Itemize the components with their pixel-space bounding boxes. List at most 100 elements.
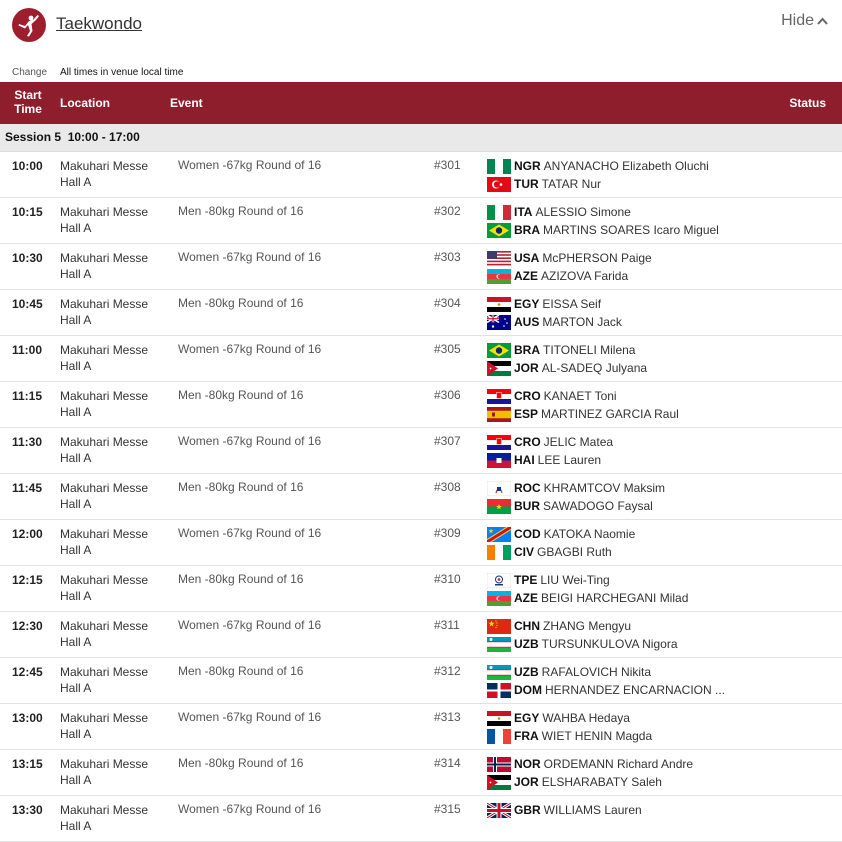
noc-code: BRA <box>514 343 540 357</box>
competitor[interactable]: ROC KHRAMTCOV Maksim <box>487 479 665 497</box>
venue-hall: Hall A <box>60 727 92 741</box>
competitor[interactable]: NOR ORDEMANN Richard Andre <box>487 755 693 773</box>
unit-number: #312 <box>434 664 461 678</box>
competitor[interactable]: CRO KANAET Toni <box>487 387 679 405</box>
competitor[interactable]: EGY WAHBA Hedaya <box>487 709 652 727</box>
competitor[interactable]: NGR ANYANACHO Elizabeth Oluchi <box>487 157 709 175</box>
change-timezone-link[interactable]: Change <box>12 67 47 78</box>
venue-name: Makuhari Messe <box>60 711 149 725</box>
venue-name: Makuhari Messe <box>60 343 149 357</box>
hide-toggle-button[interactable]: Hide <box>781 12 828 30</box>
competitor[interactable]: JOR AL-SADEQ Julyana <box>487 359 647 377</box>
competitor[interactable]: COD KATOKA Naomie <box>487 525 635 543</box>
competitors-cell: CHN ZHANG Mengyu UZB TURSUNKULOVA Nigora <box>487 617 678 653</box>
competitor[interactable]: TPE LIU Wei-Ting <box>487 571 688 589</box>
competitor[interactable]: ESP MARTINEZ GARCIA Raul <box>487 405 679 423</box>
competitor[interactable]: ITA ALESSIO Simone <box>487 203 719 221</box>
noc-code: UZB <box>514 637 539 651</box>
competitor[interactable]: CIV GBAGBI Ruth <box>487 543 635 561</box>
noc-code: COD <box>514 527 541 541</box>
hide-label: Hide <box>781 12 814 29</box>
competitor[interactable]: BRA TITONELI Milena <box>487 341 647 359</box>
competitors-cell: EGY WAHBA Hedaya FRA WIET HENIN Magda <box>487 709 652 745</box>
athlete-name: TITONELI Milena <box>543 343 636 357</box>
table-row[interactable]: 13:00 Makuhari Messe Hall A Women -67kg Rou… <box>0 704 842 750</box>
noc-code: CIV <box>514 545 535 559</box>
header-event: Event <box>170 96 203 110</box>
venue-name: Makuhari Messe <box>60 665 149 679</box>
table-row[interactable]: 12:45 Makuhari Messe Hall A Men -80kg Round… <box>0 658 842 704</box>
noc-code: ITA <box>514 205 533 219</box>
location-cell: Makuhari Messe Hall A <box>60 710 148 742</box>
event-name: Women -67kg Round of 16 <box>178 526 322 540</box>
location-cell: Makuhari Messe Hall A <box>60 342 148 374</box>
event-name: Men -80kg Round of 16 <box>178 756 304 770</box>
competitor[interactable]: BUR SAWADOGO Faysal <box>487 497 665 515</box>
competitor[interactable]: HAI LEE Lauren <box>487 451 613 469</box>
competitor[interactable]: FRA WIET HENIN Magda <box>487 727 652 745</box>
table-row[interactable]: 12:00 Makuhari Messe Hall A Women -67kg Rou… <box>0 520 842 566</box>
start-time: 12:30 <box>12 619 43 633</box>
event-name: Women -67kg Round of 16 <box>178 342 322 356</box>
table-row[interactable]: 10:45 Makuhari Messe Hall A Men -80kg Round… <box>0 290 842 336</box>
competitor[interactable]: GBR WILLIAMS Lauren <box>487 801 642 819</box>
location-cell: Makuhari Messe Hall A <box>60 480 148 512</box>
start-time: 12:45 <box>12 665 43 679</box>
schedule-table-body: 10:00 Makuhari Messe Hall A Women -67kg Rou… <box>0 152 842 842</box>
table-row[interactable]: 10:15 Makuhari Messe Hall A Men -80kg Round… <box>0 198 842 244</box>
competitor[interactable]: AUS MARTON Jack <box>487 313 622 331</box>
table-row[interactable]: 12:30 Makuhari Messe Hall A Women -67kg Rou… <box>0 612 842 658</box>
unit-number: #301 <box>434 158 461 172</box>
table-row[interactable]: 12:15 Makuhari Messe Hall A Men -80kg Round… <box>0 566 842 612</box>
athlete-name: HERNANDEZ ENCARNACION ... <box>545 683 726 697</box>
competitor[interactable]: UZB TURSUNKULOVA Nigora <box>487 635 678 653</box>
table-row[interactable]: 10:00 Makuhari Messe Hall A Women -67kg Rou… <box>0 152 842 198</box>
flag-nor-icon <box>487 756 511 772</box>
flag-jor-icon <box>487 774 511 790</box>
competitor[interactable]: TUR TATAR Nur <box>487 175 709 193</box>
table-row[interactable]: 11:00 Makuhari Messe Hall A Women -67kg Rou… <box>0 336 842 382</box>
table-row[interactable]: 11:45 Makuhari Messe Hall A Men -80kg Round… <box>0 474 842 520</box>
noc-code: BUR <box>514 499 540 513</box>
table-row[interactable]: 13:30 Makuhari Messe Hall A Women -67kg Rou… <box>0 796 842 842</box>
noc-code: DOM <box>514 683 542 697</box>
header-start-line1: Start <box>14 88 42 102</box>
competitor[interactable]: CHN ZHANG Mengyu <box>487 617 678 635</box>
competitor[interactable]: CRO JELIC Matea <box>487 433 613 451</box>
event-name: Men -80kg Round of 16 <box>178 572 304 586</box>
competitors-cell: EGY EISSA Seif AUS MARTON Jack <box>487 295 622 331</box>
location-cell: Makuhari Messe Hall A <box>60 250 148 282</box>
competitor[interactable]: USA McPHERSON Paige <box>487 249 652 267</box>
competitor[interactable]: AZE BEIGI HARCHEGANI Milad <box>487 589 688 607</box>
athlete-name: ORDEMANN Richard Andre <box>543 757 694 771</box>
unit-number: #310 <box>434 572 461 586</box>
start-time: 13:00 <box>12 711 43 725</box>
competitors-cell: BRA TITONELI Milena JOR AL-SADEQ Julyana <box>487 341 647 377</box>
venue-hall: Hall A <box>60 497 92 511</box>
location-cell: Makuhari Messe Hall A <box>60 572 148 604</box>
location-cell: Makuhari Messe Hall A <box>60 756 148 788</box>
start-time: 11:30 <box>12 435 43 449</box>
athlete-name: AZIZOVA Farida <box>541 269 629 283</box>
competitor[interactable]: BRA MARTINS SOARES Icaro Miguel <box>487 221 719 239</box>
competitor[interactable]: DOM HERNANDEZ ENCARNACION ... <box>487 681 725 699</box>
athlete-name: MARTON Jack <box>542 315 622 329</box>
noc-code: ESP <box>514 407 539 421</box>
table-row[interactable]: 13:15 Makuhari Messe Hall A Men -80kg Round… <box>0 750 842 796</box>
unit-number: #305 <box>434 342 461 356</box>
competitor[interactable]: UZB RAFALOVICH Nikita <box>487 663 725 681</box>
noc-code: AZE <box>514 269 538 283</box>
start-time: 13:30 <box>12 803 43 817</box>
competitor[interactable]: AZE AZIZOVA Farida <box>487 267 652 285</box>
competitor[interactable]: EGY EISSA Seif <box>487 295 622 313</box>
flag-bra-icon <box>487 222 511 238</box>
athlete-name: GBAGBI Ruth <box>537 545 612 559</box>
competitor[interactable]: JOR ELSHARABATY Saleh <box>487 773 693 791</box>
table-row[interactable]: 10:30 Makuhari Messe Hall A Women -67kg Rou… <box>0 244 842 290</box>
sport-title-link[interactable]: Taekwondo <box>56 14 142 34</box>
table-row[interactable]: 11:30 Makuhari Messe Hall A Women -67kg Rou… <box>0 428 842 474</box>
flag-bur-icon <box>487 498 511 514</box>
table-row[interactable]: 11:15 Makuhari Messe Hall A Men -80kg Round… <box>0 382 842 428</box>
athlete-name: BEIGI HARCHEGANI Milad <box>541 591 689 605</box>
noc-code: CHN <box>514 619 540 633</box>
